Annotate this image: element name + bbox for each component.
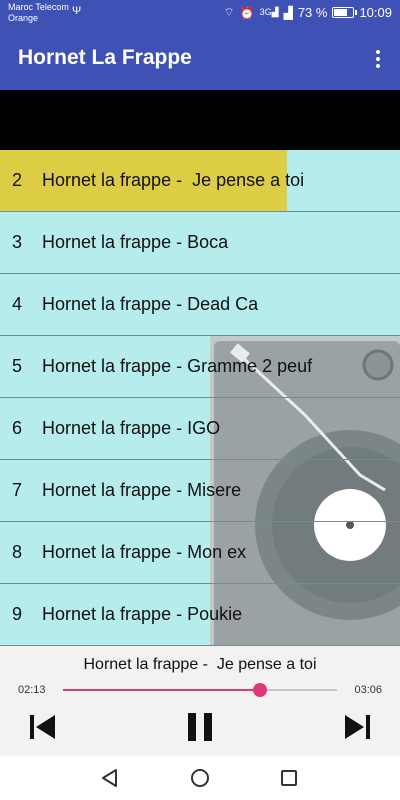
nfc-icon: ⌔	[223, 5, 235, 19]
seek-bar[interactable]	[63, 683, 337, 697]
battery-icon	[332, 7, 358, 18]
alarm-icon: ⏰	[239, 5, 255, 20]
track-number: 9	[12, 604, 23, 624]
track-title: Hornet la frappe - Je pense a toi	[42, 170, 305, 190]
track-title: Hornet la frappe - Misere	[42, 480, 242, 500]
wifi-signal-icon: ▟	[283, 5, 293, 20]
carrier-name: Maroc Telecom	[8, 2, 69, 12]
network-type: 3G	[259, 7, 272, 17]
pause-icon[interactable]	[183, 710, 217, 744]
track-number: 8	[12, 542, 23, 562]
track-row[interactable]: 6 Hornet la frappe - IGO	[0, 398, 400, 460]
home-icon[interactable]	[189, 767, 211, 789]
track-title: Hornet la frappe - Mon ex	[42, 542, 247, 562]
back-icon[interactable]	[99, 767, 121, 789]
signal-icon: 3G▟	[259, 7, 279, 17]
carrier-name-secondary: Orange	[8, 13, 39, 23]
track-title: Hornet la frappe - Boca	[42, 232, 229, 252]
track-row[interactable]: 4 Hornet la frappe - Dead Ca	[0, 274, 400, 336]
seek-thumb[interactable]	[253, 683, 268, 697]
track-number: 5	[12, 356, 23, 376]
app-bar: Hornet La Frappe	[0, 28, 400, 90]
track-row[interactable]: 5 Hornet la frappe - Gramme 2 peuf	[0, 336, 400, 398]
track-title: Hornet la frappe - Gramme 2 peuf	[42, 356, 313, 376]
track-number: 6	[12, 418, 23, 438]
battery-percent: 73 %	[297, 5, 328, 20]
track-title: Hornet la frappe - IGO	[42, 418, 221, 438]
current-time: 02:13	[18, 684, 46, 696]
system-nav-bar	[0, 756, 400, 800]
total-time: 03:06	[354, 684, 382, 696]
track-number: 4	[12, 294, 23, 314]
music-player: Hornet la frappe - Je pense a toi 02:13 …	[0, 646, 400, 756]
track-row[interactable]: 2 Hornet la frappe - Je pense a toi	[0, 150, 400, 212]
track-row[interactable]: 9 Hornet la frappe - Poukie	[0, 584, 400, 646]
skip-previous-icon[interactable]	[26, 710, 60, 744]
now-playing-title: Hornet la frappe - Je pense a toi	[83, 656, 317, 673]
carrier-info: Maroc Telecom Orange	[8, 2, 69, 24]
app-title: Hornet La Frappe	[18, 46, 192, 69]
track-number: 3	[12, 232, 23, 252]
clock: 10:09	[359, 5, 392, 20]
track-title: Hornet la frappe - Poukie	[42, 604, 243, 624]
status-bar: Maroc Telecom Orange Ψ ⌔ ⏰ 3G▟ ▟ 73 % 10…	[0, 0, 400, 28]
recent-apps-icon[interactable]	[278, 767, 300, 789]
track-row[interactable]: 7 Hornet la frappe - Misere	[0, 460, 400, 522]
track-row[interactable]: 8 Hornet la frappe - Mon ex	[0, 522, 400, 584]
track-row[interactable]: 3 Hornet la frappe - Boca	[0, 212, 400, 274]
usb-icon: Ψ	[72, 5, 82, 17]
track-list[interactable]: 2 Hornet la frappe - Je pense a toi 3 Horne…	[0, 150, 400, 646]
track-number: 2	[12, 170, 23, 190]
more-vert-icon[interactable]	[370, 48, 386, 70]
seek-progress	[63, 689, 261, 691]
track-title: Hornet la frappe - Dead Ca	[42, 294, 259, 314]
ad-banner[interactable]	[0, 90, 400, 150]
skip-next-icon[interactable]	[340, 710, 374, 744]
battery-fill	[334, 9, 347, 16]
track-number: 7	[12, 480, 23, 500]
